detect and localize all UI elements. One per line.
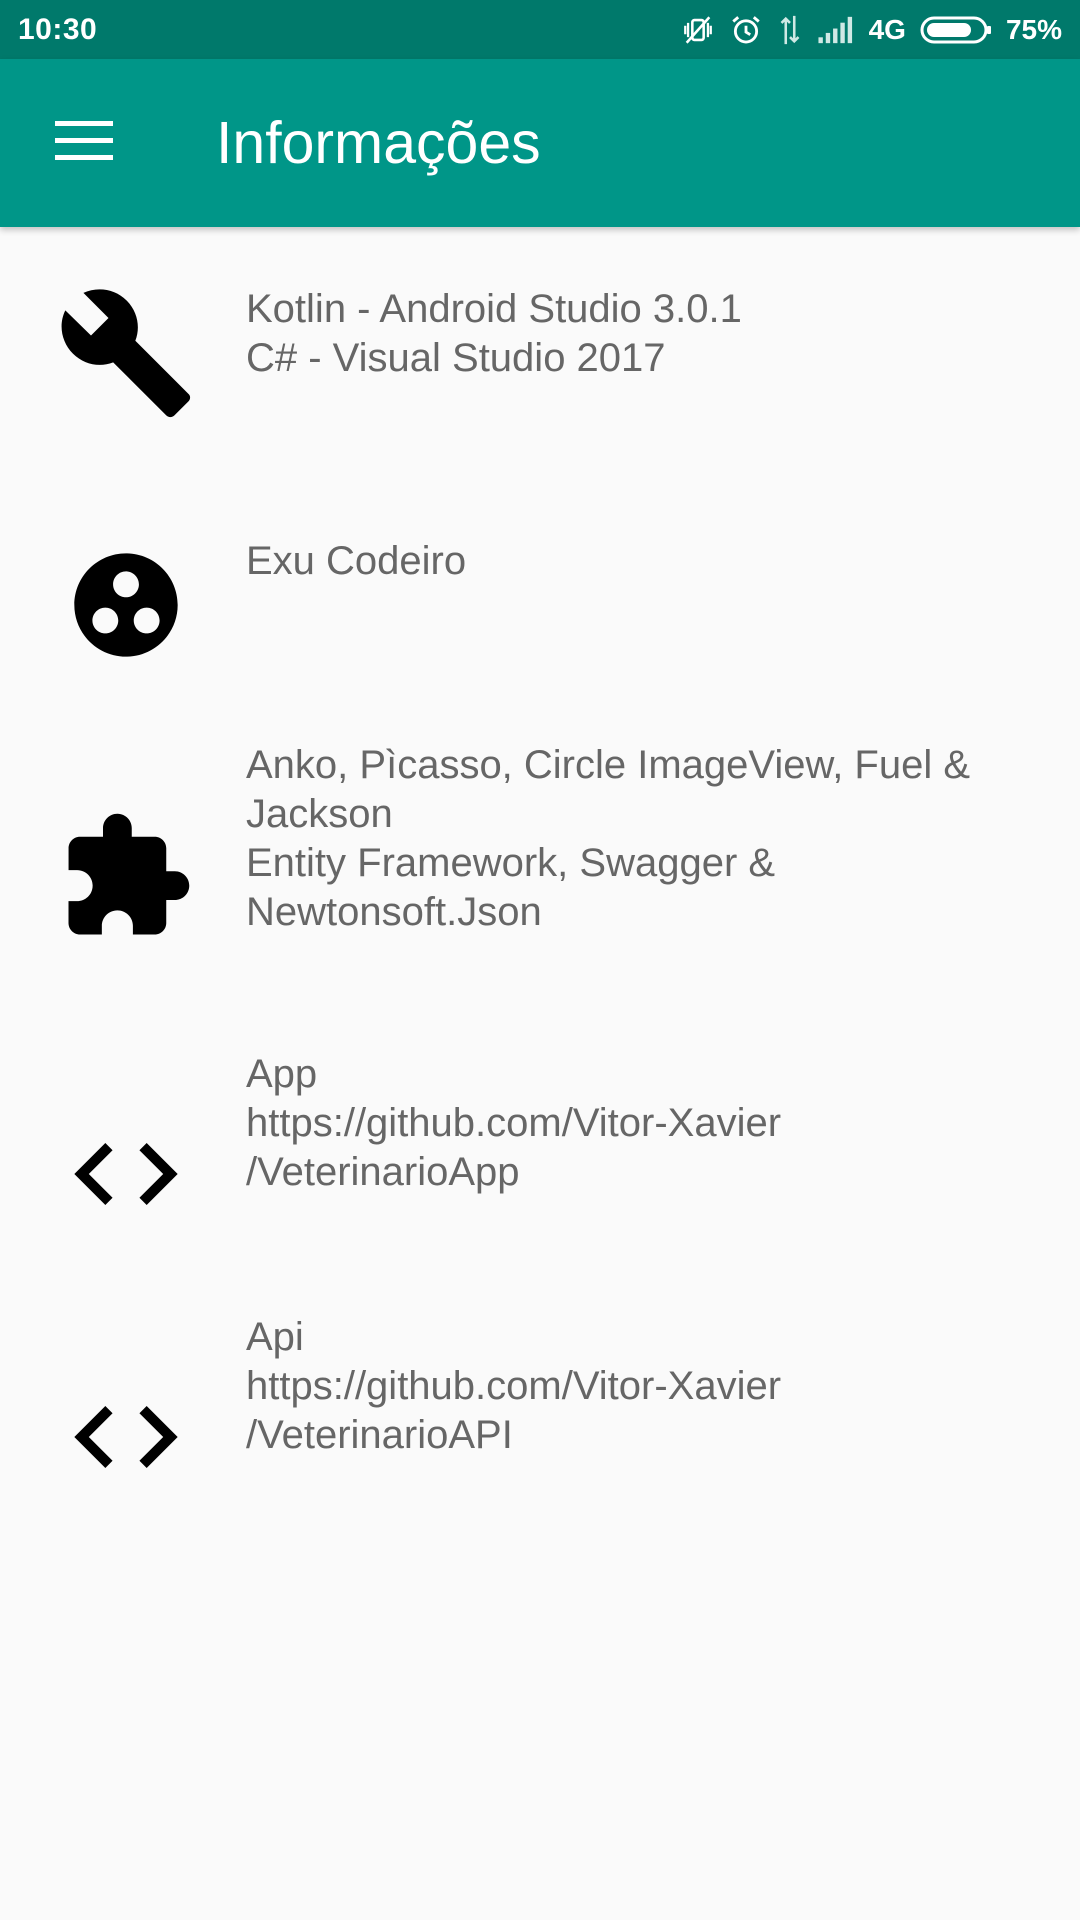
item-text: Api https://github.com/Vitor-Xavier /Vet…	[246, 1313, 1036, 1460]
item-line: Entity Framework, Swagger &	[246, 841, 776, 885]
status-bar: 10:30 4G 75%	[0, 0, 1080, 59]
status-time: 10:30	[18, 12, 98, 46]
data-transfer-icon	[777, 13, 803, 47]
item-line: C# - Visual Studio 2017	[246, 336, 666, 380]
item-text: App https://github.com/Vitor-Xavier /Vet…	[246, 1050, 1036, 1197]
item-line: Newtonsoft.Json	[246, 890, 542, 934]
item-text: Exu Codeiro	[246, 537, 1036, 586]
battery-icon	[920, 15, 992, 45]
item-text: Kotlin - Android Studio 3.0.1 C# - Visua…	[246, 285, 1036, 383]
hamburger-menu-icon	[55, 119, 113, 168]
item-line[interactable]: /VeterinarioAPI	[246, 1411, 1036, 1460]
signal-icon	[817, 15, 855, 45]
puzzle-extension-icon	[56, 807, 196, 947]
item-text: Anko, Pìcasso, Circle ImageView, Fuel & …	[246, 741, 1036, 937]
alarm-icon	[729, 13, 763, 47]
item-line: Jackson	[246, 792, 393, 836]
menu-button[interactable]	[40, 103, 128, 183]
item-line: Kotlin - Android Studio 3.0.1	[246, 287, 742, 331]
battery-percent: 75%	[1005, 13, 1062, 45]
item-line[interactable]: https://github.com/Vitor-Xavier	[246, 1099, 1036, 1148]
status-icons: 4G 75%	[681, 13, 1062, 47]
wrench-icon	[56, 283, 196, 423]
item-line: Exu Codeiro	[246, 539, 467, 583]
code-icon	[56, 1104, 196, 1244]
item-line[interactable]: /VeterinarioApp	[246, 1148, 1036, 1197]
item-line[interactable]: https://github.com/Vitor-Xavier	[246, 1362, 1036, 1411]
app-bar: Informações	[0, 59, 1080, 227]
code-icon	[56, 1367, 196, 1507]
item-line: Api	[246, 1315, 304, 1359]
page-title: Informações	[216, 110, 541, 176]
network-type: 4G	[868, 13, 906, 45]
vibrate-off-icon	[681, 13, 715, 47]
item-line: Anko, Pìcasso, Circle ImageView, Fuel &	[246, 743, 971, 787]
group-work-icon	[56, 535, 196, 675]
item-line: App	[246, 1052, 318, 1096]
